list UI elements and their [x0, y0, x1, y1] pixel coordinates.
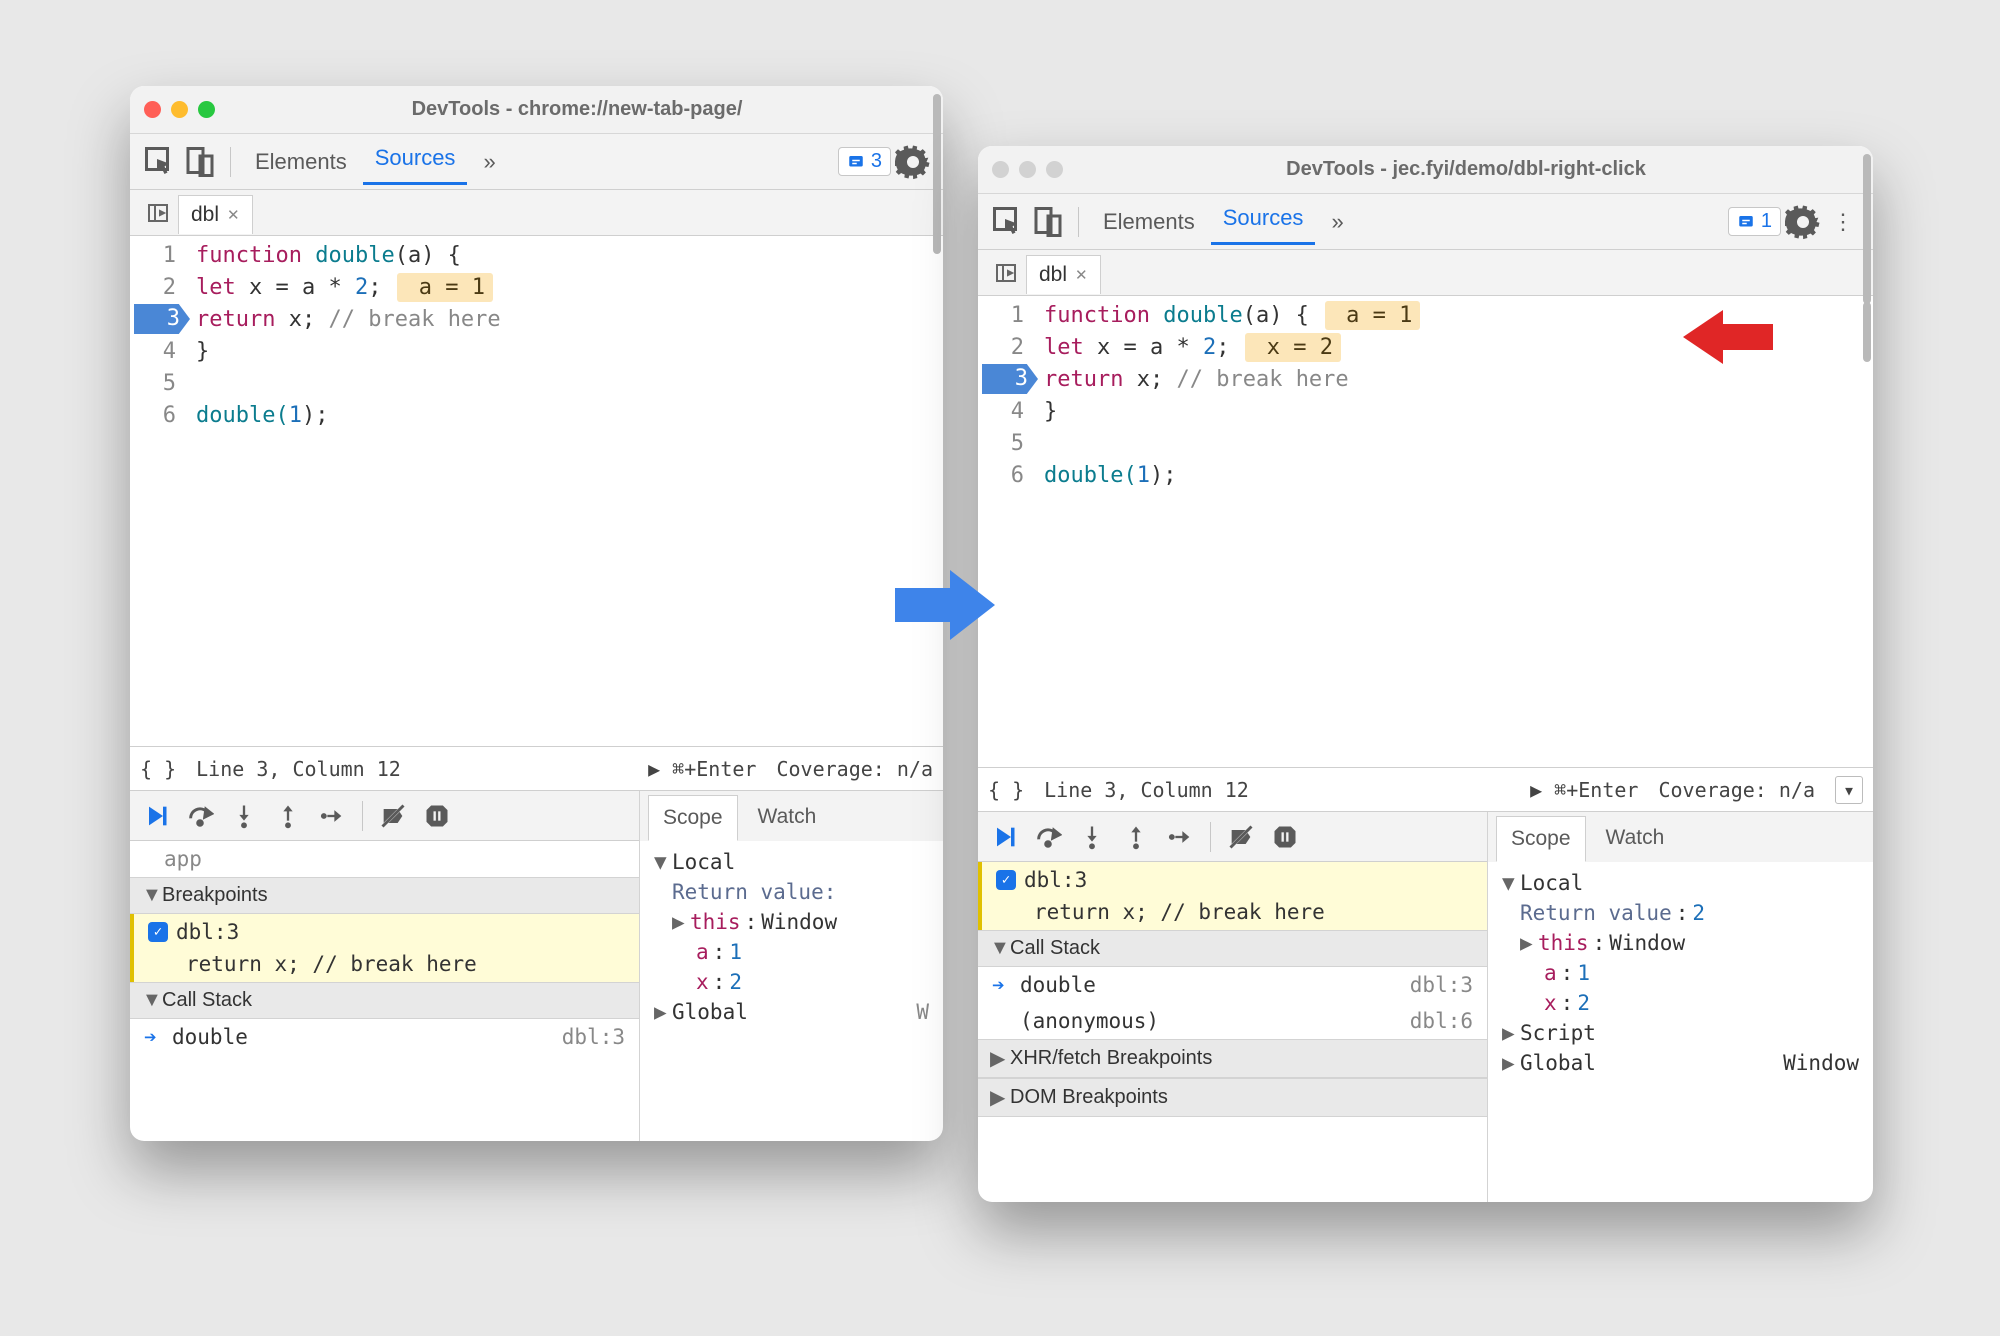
window-close-icon[interactable] — [144, 101, 161, 118]
stack-frame-row[interactable]: ➔ double dbl:3 — [130, 1019, 639, 1055]
pause-exceptions-button[interactable] — [1265, 817, 1305, 857]
debugger-panel: Scope Watch app ▼Breakpoints ✓ dbl:3 ret… — [130, 790, 943, 1141]
tab-overflow[interactable]: » — [471, 143, 507, 181]
inline-value-badge: a = 1 — [1325, 301, 1420, 330]
run-snippet-label[interactable]: ▶ ⌘+Enter — [1530, 778, 1638, 802]
step-into-button[interactable] — [224, 796, 264, 836]
breakpoint-row[interactable]: ✓ dbl:3 return x; // break here — [130, 914, 639, 982]
window-title: DevTools - jec.fyi/demo/dbl-right-click — [1073, 158, 1859, 181]
breakpoint-marker[interactable]: 3 — [982, 364, 1038, 394]
file-tabbar: dbl ✕ — [978, 250, 1873, 296]
close-tab-icon[interactable]: ✕ — [227, 206, 240, 224]
current-frame-icon: ➔ — [144, 1025, 164, 1049]
coverage-label[interactable]: Coverage: n/a — [1658, 778, 1815, 802]
window-close-icon[interactable] — [992, 161, 1009, 178]
inline-value-badge: x = 2 — [1245, 333, 1340, 362]
pretty-print-icon[interactable]: { } — [988, 778, 1024, 802]
transition-arrow-icon — [895, 570, 995, 640]
step-into-button[interactable] — [1072, 817, 1112, 857]
watch-tab[interactable]: Watch — [744, 795, 831, 841]
inspect-icon[interactable] — [142, 144, 178, 180]
kebab-menu-icon[interactable]: ⋮ — [1825, 204, 1861, 240]
file-tabbar: dbl ✕ — [130, 190, 943, 236]
step-out-button[interactable] — [268, 796, 308, 836]
panel-tabbar: Elements Sources » 3 — [130, 134, 943, 190]
annotation-arrow-icon — [1683, 302, 1773, 382]
window-zoom-icon[interactable] — [198, 101, 215, 118]
current-frame-icon: ➔ — [992, 973, 1012, 997]
checkbox-checked-icon[interactable]: ✓ — [148, 922, 168, 942]
scope-pane[interactable]: ▼Local Return value: 2 ▶this: Window a: … — [1488, 862, 1873, 1202]
scope-tab[interactable]: Scope — [648, 795, 738, 841]
device-toggle-icon[interactable] — [182, 144, 218, 180]
file-tab-dbl[interactable]: dbl ✕ — [1026, 255, 1101, 294]
navigator-toggle-icon[interactable] — [986, 261, 1026, 285]
titlebar[interactable]: DevTools - chrome://new-tab-page/ — [130, 86, 943, 134]
device-toggle-icon[interactable] — [1030, 204, 1066, 240]
panel-tabbar: Elements Sources » 1 ⋮ — [978, 194, 1873, 250]
run-snippet-label[interactable]: ▶ ⌘+Enter — [648, 757, 756, 781]
editor-statusbar: { } Line 3, Column 12 ▶ ⌘+Enter Coverage… — [978, 767, 1873, 811]
scope-tab[interactable]: Scope — [1496, 816, 1586, 862]
editor-statusbar: { } Line 3, Column 12 ▶ ⌘+Enter Coverage… — [130, 746, 943, 790]
resume-button[interactable] — [136, 796, 176, 836]
breakpoint-marker[interactable]: 3 — [134, 304, 190, 334]
tab-elements[interactable]: Elements — [243, 143, 359, 181]
step-button[interactable] — [1160, 817, 1200, 857]
close-tab-icon[interactable]: ✕ — [1075, 266, 1088, 284]
window-title: DevTools - chrome://new-tab-page/ — [225, 98, 929, 121]
window-minimize-icon[interactable] — [1019, 161, 1036, 178]
deactivate-breakpoints-button[interactable] — [1221, 817, 1261, 857]
navigator-toggle-icon[interactable] — [138, 201, 178, 225]
watch-tab[interactable]: Watch — [1592, 816, 1679, 862]
step-out-button[interactable] — [1116, 817, 1156, 857]
debugger-left-pane[interactable]: ✓ dbl:3 return x; // break here ▼Call St… — [978, 862, 1488, 1202]
breakpoint-row[interactable]: ✓ dbl:3 return x; // break here — [978, 862, 1487, 930]
deactivate-breakpoints-button[interactable] — [373, 796, 413, 836]
stack-frame-row[interactable]: ➔ double dbl:3 — [978, 967, 1487, 1003]
code-editor[interactable]: 1 2 4 5 6 function double(a) { let x = a… — [130, 236, 943, 746]
inline-value-badge: a = 1 — [397, 273, 492, 302]
gear-icon[interactable] — [895, 144, 931, 180]
devtools-window-after: DevTools - jec.fyi/demo/dbl-right-click … — [978, 146, 1873, 1202]
step-over-button[interactable] — [1028, 817, 1068, 857]
inspect-icon[interactable] — [990, 204, 1026, 240]
scope-pane[interactable]: ▼Local Return value: ▶this: Window a: 1 … — [640, 841, 943, 1141]
callstack-header[interactable]: ▼Call Stack — [130, 982, 639, 1019]
tab-overflow[interactable]: » — [1319, 203, 1355, 241]
devtools-window-before: DevTools - chrome://new-tab-page/ Elemen… — [130, 86, 943, 1141]
debugger-left-pane[interactable]: app ▼Breakpoints ✓ dbl:3 return x; // br… — [130, 841, 640, 1141]
sidebar-toggle-icon[interactable]: ▾ — [1835, 776, 1863, 804]
resume-button[interactable] — [984, 817, 1024, 857]
scrollbar-thumb[interactable] — [1863, 302, 1871, 362]
pretty-print-icon[interactable]: { } — [140, 757, 176, 781]
pause-exceptions-button[interactable] — [417, 796, 457, 836]
item-app[interactable]: app — [130, 841, 639, 877]
dom-breakpoints-header[interactable]: ▶DOM Breakpoints — [978, 1078, 1487, 1117]
debugger-panel: Scope Watch ✓ dbl:3 return x; // break h… — [978, 811, 1873, 1202]
coverage-label[interactable]: Coverage: n/a — [776, 757, 933, 781]
file-tab-dbl[interactable]: dbl ✕ — [178, 195, 253, 234]
code-content[interactable]: function double(a) { let x = a * 2; a = … — [186, 236, 943, 746]
issues-chip[interactable]: 3 — [838, 147, 891, 176]
tab-sources[interactable]: Sources — [363, 139, 468, 185]
cursor-position: Line 3, Column 12 — [196, 757, 401, 781]
issues-chip[interactable]: 1 — [1728, 207, 1781, 236]
cursor-position: Line 3, Column 12 — [1044, 778, 1249, 802]
step-over-button[interactable] — [180, 796, 220, 836]
checkbox-checked-icon[interactable]: ✓ — [996, 870, 1016, 890]
tab-elements[interactable]: Elements — [1091, 203, 1207, 241]
titlebar[interactable]: DevTools - jec.fyi/demo/dbl-right-click — [978, 146, 1873, 194]
step-button[interactable] — [312, 796, 352, 836]
tab-sources[interactable]: Sources — [1211, 199, 1316, 245]
window-zoom-icon[interactable] — [1046, 161, 1063, 178]
code-editor[interactable]: 1 2 4 5 6 function double(a) { a = 1 let… — [978, 296, 1873, 767]
breakpoints-header[interactable]: ▼Breakpoints — [130, 877, 639, 914]
xhr-breakpoints-header[interactable]: ▶XHR/fetch Breakpoints — [978, 1039, 1487, 1078]
window-minimize-icon[interactable] — [171, 101, 188, 118]
callstack-header[interactable]: ▼Call Stack — [978, 930, 1487, 967]
gear-icon[interactable] — [1785, 204, 1821, 240]
stack-frame-row[interactable]: (anonymous) dbl:6 — [978, 1003, 1487, 1039]
